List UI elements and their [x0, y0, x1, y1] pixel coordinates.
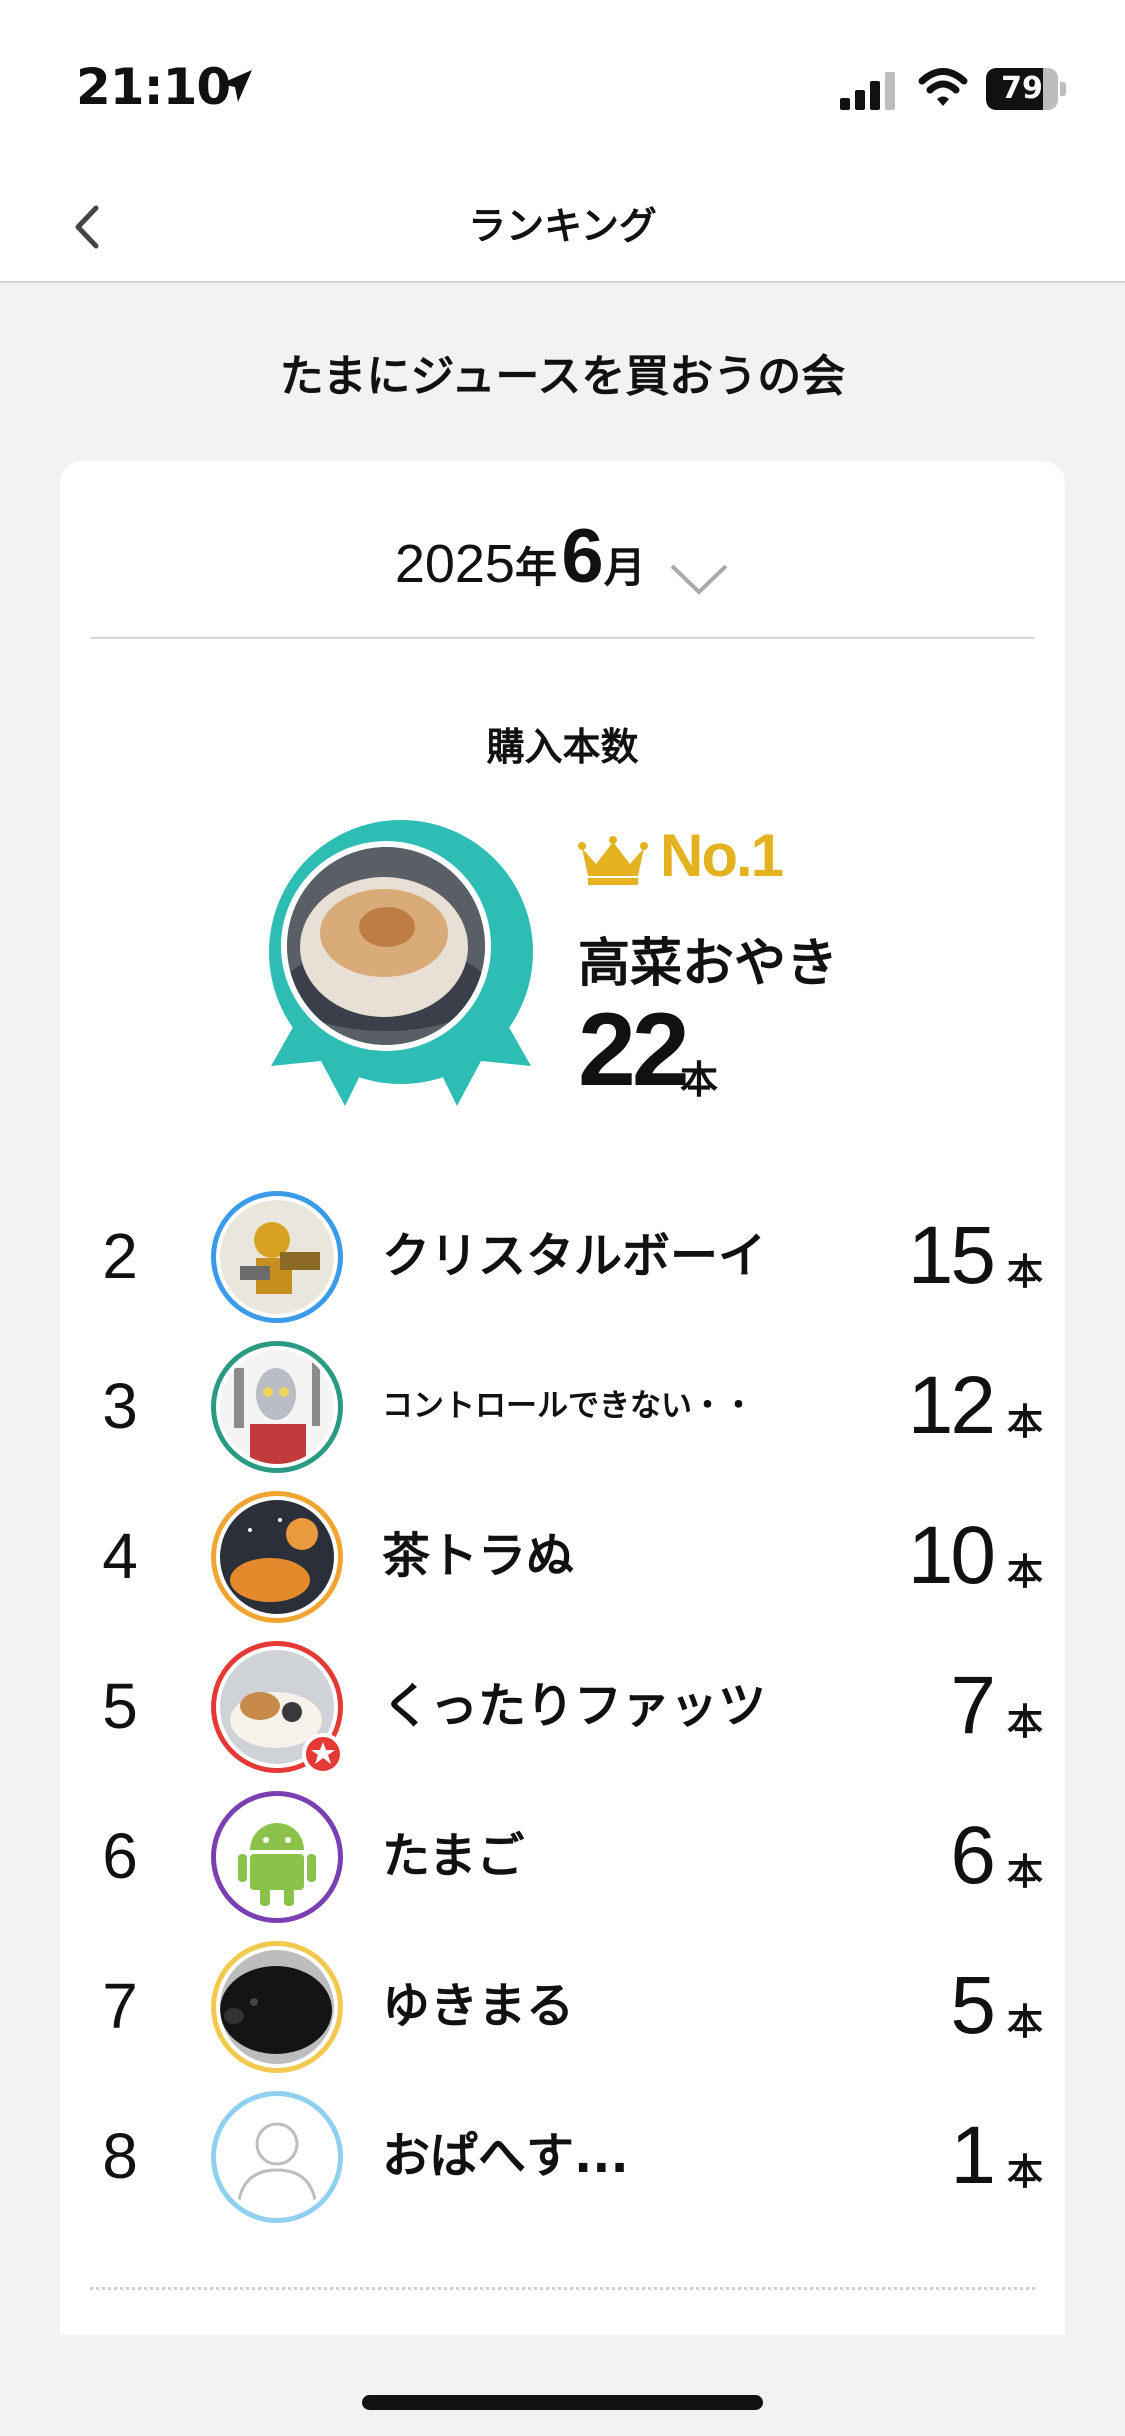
metric-label: 購入本数: [486, 725, 639, 769]
year-unit: 年: [514, 544, 557, 591]
back-chevron-icon[interactable]: [60, 192, 120, 262]
user-name: 茶トラぬ: [382, 1528, 575, 1584]
rank-number: 8: [102, 2120, 138, 2192]
purchase-count: 7: [950, 1660, 996, 1751]
chevron-down-icon: [670, 564, 728, 595]
month-unit: 月: [603, 544, 646, 591]
divider: [90, 2287, 1035, 2290]
crown-icon: [578, 836, 648, 885]
battery-percent: 79: [1001, 71, 1043, 106]
home-indicator: [362, 2395, 763, 2410]
list-item[interactable]: 6 たまご 6 本: [60, 1781, 1065, 1931]
year-value: 2025: [394, 534, 515, 594]
avatar: [211, 2091, 343, 2223]
user-name: ゆきまる: [382, 1978, 575, 2034]
count-unit: 本: [1006, 1852, 1043, 1893]
count-unit: 本: [1006, 2152, 1043, 2193]
android-icon: [220, 1800, 334, 1914]
star-badge-icon: [302, 1733, 344, 1775]
avatar: [211, 1941, 343, 2073]
purchase-count: 15: [907, 1210, 996, 1301]
rank-badge: No.1: [660, 822, 784, 889]
count-unit: 本: [1006, 1252, 1043, 1293]
divider: [90, 637, 1035, 639]
user-name: たまご: [382, 1828, 525, 1884]
list-item[interactable]: 3 コントロールできない・・ 12 本: [60, 1331, 1065, 1481]
list-item[interactable]: 7 ゆきまる 5 本: [60, 1931, 1065, 2081]
month-value: 6: [561, 514, 604, 599]
user-name: コントロールできない・・: [382, 1388, 754, 1424]
rank-number: 7: [102, 1970, 138, 2042]
avatar: [211, 1791, 343, 1923]
signal-icon: [840, 72, 895, 110]
group-title: たまにジュースを買おうの会: [279, 351, 846, 402]
purchase-count: 10: [907, 1510, 996, 1601]
avatar: [211, 1491, 343, 1623]
ranking-card: 2025年 6月 購入本数 No.1 高菜おやき 22 本 2 クリスタルボーイ…: [60, 461, 1065, 2436]
page-title: ランキング: [468, 204, 657, 248]
count-unit: 本: [1006, 1702, 1043, 1743]
list-item[interactable]: 5 くったりファッツ 7 本: [60, 1631, 1065, 1781]
top-user-avatar[interactable]: [281, 841, 491, 1051]
location-arrow-icon: [220, 70, 252, 102]
bottom-bar: [0, 2335, 1125, 2436]
avatar: [211, 1191, 343, 1323]
nav-bar: ランキング: [0, 170, 1125, 283]
wifi-icon: [918, 68, 968, 106]
rank-number: 5: [102, 1670, 138, 1742]
count-unit: 本: [1006, 1552, 1043, 1593]
count-unit: 本: [1006, 2002, 1043, 2043]
top-user-name: 高菜おやき: [578, 934, 839, 994]
user-name: くったりファッツ: [382, 1678, 767, 1734]
battery-icon: 79: [986, 68, 1066, 110]
rank-number: 4: [102, 1520, 138, 1592]
purchase-count: 5: [950, 1960, 996, 2051]
purchase-count: 1: [950, 2110, 996, 2201]
user-name: クリスタルボーイ: [382, 1228, 767, 1284]
rank-number: 3: [102, 1370, 138, 1442]
list-item[interactable]: 2 クリスタルボーイ 15 本: [60, 1181, 1065, 1331]
rank-number: 2: [102, 1220, 138, 1292]
purchase-count: 6: [950, 1810, 996, 1901]
top-user-unit: 本: [680, 1058, 719, 1102]
rank-number: 6: [102, 1820, 138, 1892]
purchase-count: 12: [907, 1360, 996, 1451]
avatar: [211, 1341, 343, 1473]
status-time: 21:10: [76, 58, 231, 116]
count-unit: 本: [1006, 1402, 1043, 1443]
month-selector[interactable]: 2025年 6月: [60, 461, 1065, 641]
list-item[interactable]: 8 おぱへす... 1 本: [60, 2081, 1065, 2231]
user-name: おぱへす...: [382, 2128, 629, 2184]
list-item[interactable]: 4 茶トラぬ 10 本: [60, 1481, 1065, 1631]
status-bar: 21:10 79: [0, 0, 1125, 170]
top-user-count: 22: [578, 992, 690, 1108]
default-avatar-icon: [220, 2100, 334, 2214]
